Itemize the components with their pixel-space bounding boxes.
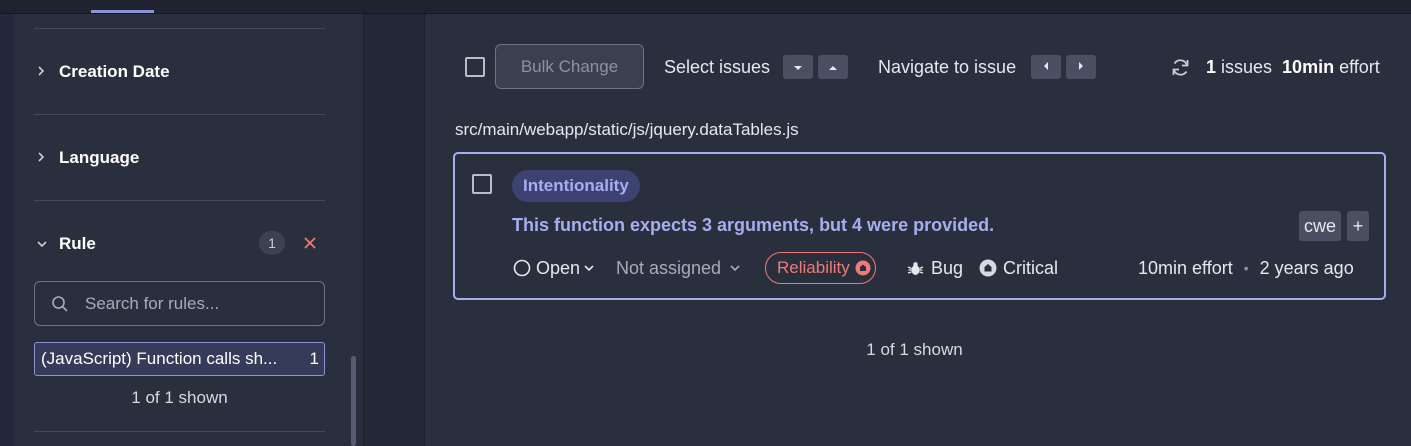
sidebar-edge [0, 14, 14, 446]
issue-message-link[interactable]: This function expects 3 arguments, but 4… [512, 215, 994, 236]
facet-divider [34, 114, 325, 115]
navigate-issue-label: Navigate to issue [878, 56, 1017, 77]
navigate-next-key[interactable] [1066, 55, 1096, 79]
chevron-down-icon [583, 263, 595, 273]
select-all-checkbox[interactable] [465, 57, 485, 77]
issue-severity: Critical [979, 255, 1058, 281]
issues-count: 1 [1206, 56, 1217, 77]
facet-label: Rule [59, 234, 96, 253]
rule-item-count: 1 [309, 349, 319, 368]
effort-value: 10min [1282, 56, 1335, 77]
select-issues-label: Select issues [664, 56, 771, 77]
sidebar-scrollbar[interactable] [351, 356, 356, 446]
rule-search-field[interactable] [34, 281, 325, 326]
issue-assignee-dropdown[interactable]: Not assigned [616, 255, 741, 281]
rule-count-badge: 1 [259, 231, 285, 255]
issue-status-label: Open [536, 257, 581, 278]
issue-type-label: Bug [931, 257, 964, 278]
clean-code-attribute-chip[interactable]: Intentionality [512, 170, 640, 202]
chevron-down-icon [36, 236, 47, 252]
issue-effort-age: 10min effort • 2 years ago [1138, 255, 1354, 281]
navigate-previous-key[interactable] [1031, 55, 1061, 79]
chevron-down-icon [729, 263, 741, 273]
close-icon[interactable] [300, 232, 320, 254]
software-quality-label: Reliability [777, 258, 850, 277]
issue-severity-label: Critical [1003, 257, 1059, 278]
rule-shown-count: 1 of 1 shown [131, 388, 228, 407]
issues-effort-summary: 1 issues 10min effort [1170, 54, 1380, 80]
effort-word: effort [1339, 56, 1380, 77]
issue-assignee-label: Not assigned [616, 257, 722, 278]
caret-down-icon [793, 58, 803, 76]
issues-shown-count: 1 of 1 shown [866, 340, 963, 359]
facet-label: Creation Date [59, 62, 170, 81]
issues-word: issues [1221, 56, 1273, 77]
facet-creation-date[interactable]: Creation Date [36, 60, 170, 84]
select-previous-key[interactable] [818, 55, 848, 79]
severity-critical-icon [979, 259, 997, 277]
rule-search-input[interactable] [85, 293, 315, 314]
search-icon [35, 295, 85, 313]
top-navigation-bar [0, 0, 1411, 14]
facet-divider [34, 28, 325, 29]
active-tab-indicator [91, 10, 154, 13]
refresh-icon[interactable] [1170, 57, 1191, 78]
caret-right-icon [1078, 58, 1084, 76]
facet-divider [34, 431, 325, 432]
caret-up-icon [828, 58, 838, 76]
severity-critical-icon [855, 260, 871, 276]
chevron-right-icon [36, 64, 46, 80]
add-tag-button[interactable]: + [1347, 211, 1369, 241]
select-next-key[interactable] [783, 55, 813, 79]
issue-status-dropdown[interactable]: Open [513, 255, 595, 281]
facet-divider [34, 200, 325, 201]
separator-dot: • [1243, 260, 1249, 276]
facet-rule[interactable]: Rule [36, 232, 96, 256]
bug-icon [907, 260, 924, 277]
software-quality-badge[interactable]: Reliability [765, 252, 876, 284]
caret-left-icon [1043, 58, 1049, 76]
issue-effort: 10min effort [1138, 257, 1233, 278]
issue-checkbox[interactable] [472, 174, 492, 194]
rule-item-label: (JavaScript) Function calls sh... [41, 349, 278, 368]
component-file-path: src/main/webapp/static/js/jquery.dataTab… [455, 120, 799, 139]
facet-language[interactable]: Language [36, 146, 139, 170]
facet-label: Language [59, 148, 140, 167]
layout-gutter [364, 14, 425, 446]
issue-type: Bug [907, 255, 963, 281]
rule-facet-item[interactable]: (JavaScript) Function calls sh... 1 [34, 342, 325, 376]
status-open-icon [513, 259, 531, 277]
issue-age: 2 years ago [1259, 257, 1354, 278]
bulk-change-button[interactable]: Bulk Change [495, 44, 644, 89]
issue-tag-cwe[interactable]: cwe [1299, 211, 1341, 241]
chevron-right-icon [36, 150, 46, 166]
